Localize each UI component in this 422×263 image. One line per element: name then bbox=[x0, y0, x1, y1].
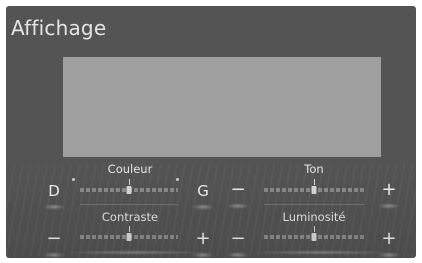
plus-icon: + bbox=[195, 228, 211, 249]
decorative-glow-right bbox=[251, 250, 391, 255]
luminosite-plus-button[interactable]: + bbox=[375, 226, 403, 258]
contraste-plus-button[interactable]: + bbox=[189, 226, 217, 258]
luminosite-minus-button[interactable]: − bbox=[224, 226, 252, 258]
contraste-minus-button[interactable]: − bbox=[40, 226, 68, 258]
contraste-label: Contraste bbox=[101, 210, 159, 224]
ton-label: Ton bbox=[304, 162, 324, 176]
display-settings-screen: Affichage Couleur D G Ton − + Contraste … bbox=[6, 6, 416, 258]
couleur-d-button[interactable]: D bbox=[40, 178, 68, 210]
ton-center-tick bbox=[314, 179, 315, 185]
screen-title: Affichage bbox=[11, 16, 107, 40]
luminosite-label: Luminosité bbox=[282, 210, 346, 224]
couleur-center-tick bbox=[129, 179, 130, 185]
minus-icon: − bbox=[230, 179, 246, 200]
luminosite-thumb[interactable] bbox=[311, 233, 317, 241]
couleur-thumb[interactable] bbox=[126, 186, 132, 194]
couleur-label: Couleur bbox=[107, 162, 153, 176]
couleur-left-dot bbox=[72, 178, 75, 181]
contraste-center-tick bbox=[129, 226, 130, 232]
decorative-glow-left bbox=[64, 250, 204, 255]
minus-icon: − bbox=[46, 228, 62, 249]
display-preview-area bbox=[63, 57, 381, 157]
couleur-g-button[interactable]: G bbox=[189, 178, 217, 210]
minus-icon: − bbox=[230, 228, 246, 249]
ton-thumb[interactable] bbox=[311, 186, 317, 194]
plus-icon: + bbox=[381, 228, 397, 249]
plus-icon: + bbox=[381, 179, 397, 200]
ton-plus-button[interactable]: + bbox=[375, 177, 403, 209]
contraste-thumb[interactable] bbox=[126, 233, 132, 241]
ton-track-line bbox=[264, 204, 364, 205]
luminosite-center-tick bbox=[314, 226, 315, 232]
couleur-track-line bbox=[80, 204, 178, 205]
ton-minus-button[interactable]: − bbox=[224, 177, 252, 209]
couleur-right-dot bbox=[176, 178, 179, 181]
